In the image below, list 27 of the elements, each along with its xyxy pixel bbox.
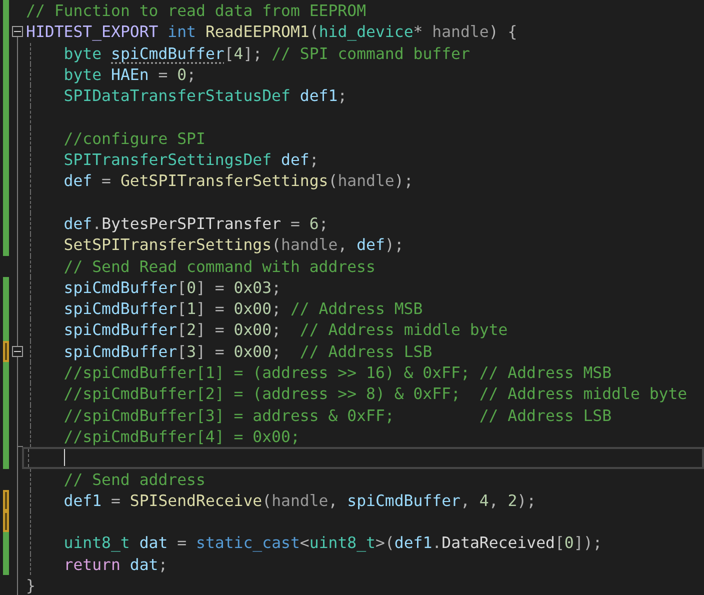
code-line: byte spiCmdBuffer[4]; // SPI command buffer [64, 44, 470, 63]
code-line: //spiCmdBuffer[2] = (address >> 8) & 0xFF; // Address middle byte [64, 384, 688, 404]
collapse-icon[interactable] [12, 26, 23, 38]
code-line: //configure SPI [64, 128, 206, 148]
code-line: } [26, 576, 36, 595]
code-line: SPITransferSettingsDef def; [64, 150, 319, 170]
code-line: SPIDataTransferStatusDef def1; [64, 86, 348, 106]
text-cursor [64, 449, 66, 466]
code-line: HIDTEST_EXPORT int ReadEEPROM1(hid_device* handle) { [26, 22, 518, 42]
code-line: def = GetSPITransferSettings(handle); [64, 171, 414, 190]
code-line: //spiCmdBuffer[3] = address & 0xFF; // Address LSB [64, 406, 612, 425]
code-line: uint8_t dat = static_cast<uint8_t>(def1.DataReceived[0]); [64, 533, 602, 552]
code-line: spiCmdBuffer[2] = 0x00; // Address middle byte [64, 320, 508, 340]
code-line: // Send address [64, 470, 206, 489]
collapse-icon[interactable] [12, 346, 23, 357]
code-line: // Send Read command with address [64, 256, 376, 276]
code-line: byte HAEn = 0; [64, 64, 196, 84]
code-line: //spiCmdBuffer[4] = 0x00; [64, 426, 300, 446]
code-line: spiCmdBuffer[1] = 0x00; // Address MSB [64, 299, 423, 318]
code-line: return dat; [64, 554, 168, 574]
code-line: spiCmdBuffer[3] = 0x00; // Address LSB [64, 342, 432, 361]
code-line: //spiCmdBuffer[1] = (address >> 16) & 0xFF; // Address MSB [64, 363, 612, 382]
code-line: spiCmdBuffer[0] = 0x03; [64, 278, 282, 297]
code-line: // Function to read data from EEPROM [26, 1, 366, 20]
code-line: def1 = SPISendReceive(handle, spiCmdBuffer, 4, 2); [64, 490, 536, 510]
code-line: SetSPITransferSettings(handle, def); [64, 235, 404, 254]
code-line: def.BytesPerSPITransfer = 6; [64, 214, 328, 233]
